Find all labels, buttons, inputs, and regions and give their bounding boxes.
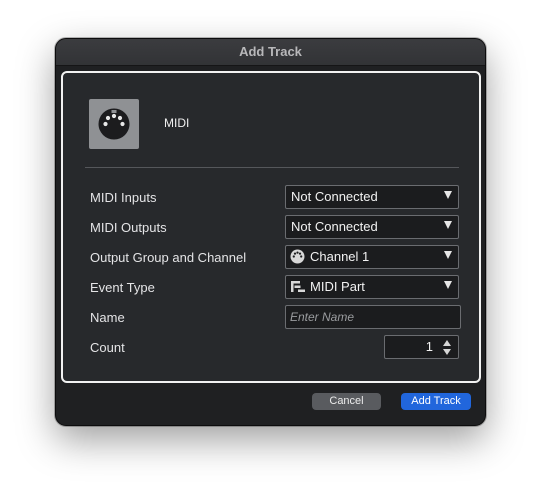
track-type-label: MIDI xyxy=(164,116,190,130)
output-group-select[interactable]: Channel 1 xyxy=(285,245,459,269)
name-label: Name xyxy=(90,310,125,325)
midi-outputs-select[interactable]: Not Connected xyxy=(285,215,459,239)
stepper-arrows[interactable] xyxy=(443,340,452,355)
midi-inputs-label: MIDI Inputs xyxy=(90,190,157,205)
output-group-value: Channel 1 xyxy=(310,249,370,264)
midi-inputs-value: Not Connected xyxy=(291,189,378,204)
track-settings-panel: MIDI MIDI Inputs Not Connected MIDI Outp… xyxy=(61,71,481,383)
event-type-select[interactable]: MIDI Part xyxy=(285,275,459,299)
count-value: 1 xyxy=(425,339,433,354)
count-stepper[interactable]: 1 xyxy=(384,335,459,359)
dialog-title: Add Track xyxy=(56,39,485,66)
midi-part-icon xyxy=(290,279,306,301)
midi-connector-icon xyxy=(89,99,139,149)
dropdown-arrow-icon xyxy=(444,221,452,229)
name-input[interactable] xyxy=(285,305,461,329)
dropdown-arrow-icon xyxy=(444,251,452,259)
output-group-label: Output Group and Channel xyxy=(90,250,247,265)
midi-inputs-select[interactable]: Not Connected xyxy=(285,185,459,209)
event-type-label: Event Type xyxy=(90,280,155,295)
midi-outputs-label: MIDI Outputs xyxy=(90,220,167,235)
divider xyxy=(85,167,459,168)
cancel-button[interactable]: Cancel xyxy=(312,393,381,410)
event-type-value: MIDI Part xyxy=(310,279,365,294)
dropdown-arrow-icon xyxy=(444,191,452,199)
increment-icon[interactable] xyxy=(443,340,451,346)
count-label: Count xyxy=(90,340,125,355)
midi-outputs-value: Not Connected xyxy=(291,219,378,234)
dropdown-arrow-icon xyxy=(444,281,452,289)
midi-connector-icon xyxy=(290,249,305,271)
add-track-dialog: Add Track MIDI MIDI Inputs Not Connected… xyxy=(55,38,486,426)
decrement-icon[interactable] xyxy=(443,349,451,355)
add-track-button[interactable]: Add Track xyxy=(401,393,471,410)
